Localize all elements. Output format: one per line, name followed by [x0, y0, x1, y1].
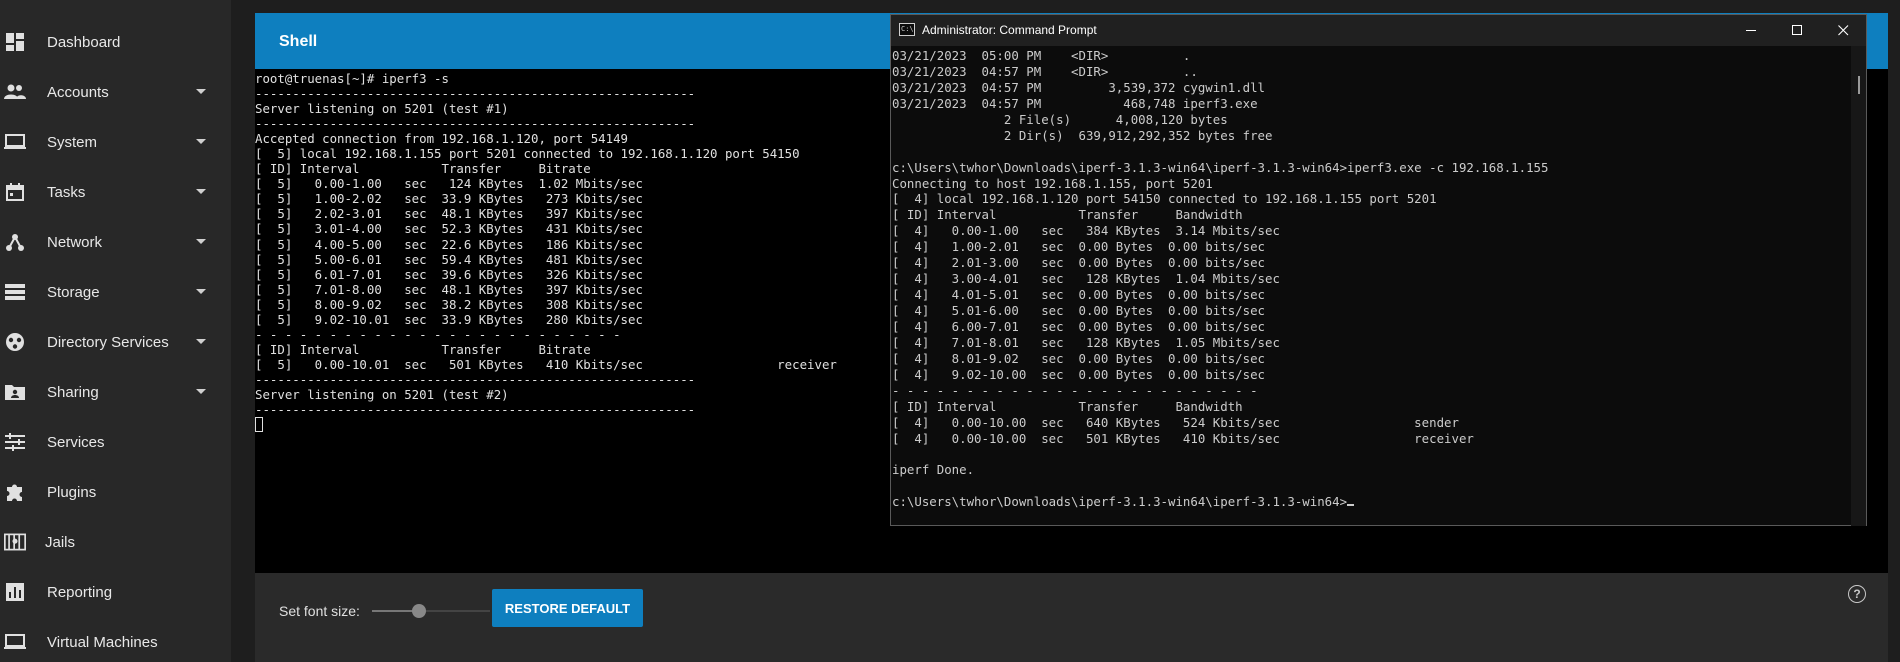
chevron-down-icon	[196, 339, 206, 344]
services-icon	[4, 431, 26, 453]
sidebar: Dashboard Accounts System Tasks Network …	[0, 0, 231, 662]
accounts-icon	[4, 81, 26, 103]
reporting-icon	[4, 581, 26, 603]
sidebar-item-label: Reporting	[47, 583, 113, 601]
chevron-down-icon	[196, 139, 206, 144]
sidebar-item-label: Network	[47, 233, 103, 251]
directory-services-icon	[4, 331, 26, 353]
network-icon	[4, 231, 26, 253]
maximize-icon	[1791, 25, 1802, 35]
chevron-down-icon	[196, 89, 206, 94]
sidebar-item-reporting[interactable]: Reporting	[0, 567, 231, 617]
virtual-machines-icon	[4, 631, 26, 653]
storage-icon	[4, 281, 26, 303]
console-prompt: c:\Users\twhor\Downloads\iperf-3.1.3-win…	[892, 494, 1348, 510]
font-size-slider[interactable]	[372, 610, 490, 612]
sharing-icon	[4, 381, 26, 403]
close-icon	[1837, 25, 1848, 36]
sidebar-item-label: Services	[47, 433, 105, 451]
command-prompt-icon: C:\	[899, 23, 915, 36]
sidebar-item-label: Jails	[45, 533, 76, 551]
sidebar-item-system[interactable]: System	[0, 117, 231, 167]
font-size-slider-thumb[interactable]	[412, 604, 427, 618]
scrollbar-thumb[interactable]	[1858, 76, 1860, 94]
sidebar-item-storage[interactable]: Storage	[0, 267, 231, 317]
sidebar-item-label: Directory Services	[47, 333, 169, 351]
terminal-output: root@truenas[~]# iperf3 -s -------------…	[255, 71, 837, 418]
terminal-cursor	[255, 417, 263, 432]
chevron-down-icon	[196, 189, 206, 194]
sidebar-item-label: Virtual Machines	[47, 633, 158, 651]
window-title: Administrator: Command Prompt	[922, 23, 1097, 37]
jails-icon	[4, 531, 26, 553]
sidebar-item-tasks[interactable]: Tasks	[0, 167, 231, 217]
console-output: 03/21/2023 05:00 PM <DIR> . 03/21/2023 0…	[892, 48, 1549, 510]
sidebar-item-label: Plugins	[47, 483, 97, 501]
command-prompt-console[interactable]: 03/21/2023 05:00 PM <DIR> . 03/21/2023 0…	[891, 46, 1851, 526]
sidebar-item-sharing[interactable]: Sharing	[0, 367, 231, 417]
sidebar-item-label: System	[47, 133, 98, 151]
sidebar-item-plugins[interactable]: Plugins	[0, 467, 231, 517]
sidebar-item-directory-services[interactable]: Directory Services	[0, 317, 231, 367]
close-button[interactable]	[1820, 15, 1866, 46]
chevron-down-icon	[196, 389, 206, 394]
sidebar-item-label: Tasks	[47, 183, 86, 201]
restore-default-button[interactable]: RESTORE DEFAULT	[492, 589, 643, 627]
chevron-down-icon	[196, 239, 206, 244]
sidebar-item-accounts[interactable]: Accounts	[0, 67, 231, 117]
sidebar-item-label: Storage	[47, 283, 100, 301]
sidebar-item-dashboard[interactable]: Dashboard	[0, 17, 231, 67]
sidebar-item-label: Dashboard	[47, 33, 121, 51]
help-icon[interactable]: ?	[1848, 585, 1866, 603]
minimize-button[interactable]	[1728, 15, 1774, 46]
font-size-label: Set font size:	[279, 603, 360, 619]
sidebar-item-virtual-machines[interactable]: Virtual Machines	[0, 617, 231, 662]
window-titlebar[interactable]: C:\ Administrator: Command Prompt	[891, 15, 1866, 46]
tasks-icon	[4, 181, 26, 203]
console-scrollbar[interactable]	[1851, 46, 1866, 526]
sidebar-item-label: Sharing	[47, 383, 99, 401]
plugins-icon	[4, 481, 26, 503]
console-cursor	[1347, 504, 1355, 507]
chevron-down-icon	[196, 289, 206, 294]
command-prompt-window[interactable]: C:\ Administrator: Command Prompt 03/21/…	[890, 14, 1867, 526]
system-icon	[4, 131, 26, 153]
sidebar-item-services[interactable]: Services	[0, 417, 231, 467]
minimize-icon	[1745, 30, 1756, 31]
sidebar-item-network[interactable]: Network	[0, 217, 231, 267]
maximize-button[interactable]	[1774, 15, 1820, 46]
sidebar-item-jails[interactable]: Jails	[0, 517, 231, 567]
page-title: Shell	[279, 33, 318, 50]
dashboard-icon	[4, 31, 26, 53]
shell-footer: Set font size: RESTORE DEFAULT ?	[255, 573, 1888, 662]
sidebar-item-label: Accounts	[47, 83, 109, 101]
